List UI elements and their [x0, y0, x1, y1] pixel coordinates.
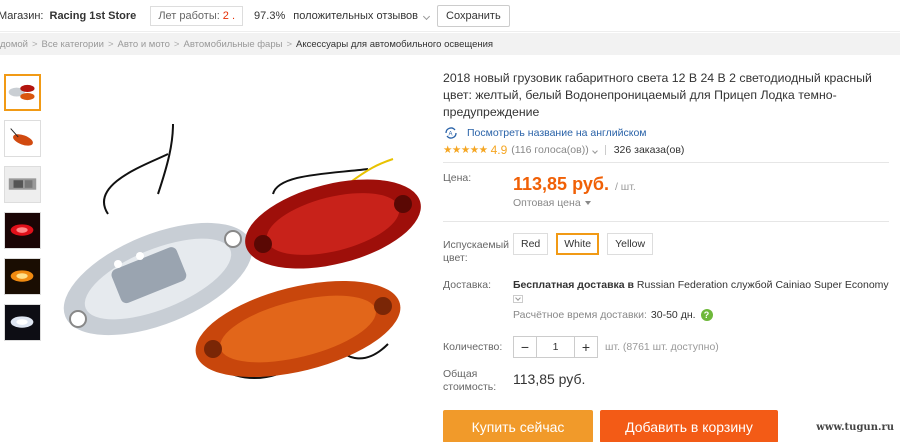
shipping-description: Бесплатная доставка в Russian Federation…: [513, 279, 889, 292]
price-value: 113,85 руб.: [513, 174, 609, 194]
shipping-via: службой: [730, 279, 773, 291]
price-label: Цена:: [443, 172, 472, 184]
positive-feedback-dropdown[interactable]: положительных отзывов: [293, 9, 431, 22]
total-row: Общая стоимость: 113,85 руб.: [443, 368, 900, 394]
quantity-row: Количество: − 1 + шт. (8761 шт. доступно…: [443, 336, 900, 358]
delivery-time-label: Расчётное время доставки:: [513, 309, 647, 321]
svg-text:A: A: [449, 132, 453, 138]
breadcrumb-separator: >: [173, 38, 180, 50]
delivery-time-value: 30-50 дн.: [650, 309, 696, 321]
translate-title-link[interactable]: A Посмотреть название на английском: [443, 126, 900, 140]
rating-row: ★★★★★ 4.9 (116 голоса(ов)) 326 заказа(ов…: [443, 143, 900, 157]
votes-dropdown[interactable]: (116 голоса(ов)): [511, 144, 598, 156]
caret-down-icon: [584, 201, 591, 205]
price-row: Цена: 113,85 руб. / шт. Оптовая цена: [443, 172, 900, 212]
stock-available: шт. (8761 шт. доступно): [605, 341, 719, 353]
price-unit: / шт.: [614, 181, 636, 193]
breadcrumb-home[interactable]: домой: [0, 39, 28, 50]
color-option-white[interactable]: White: [556, 233, 600, 255]
years-value: 2 .: [222, 9, 236, 22]
years-label: Лет работы:: [158, 9, 220, 22]
chevron-down-icon: [422, 12, 431, 20]
color-options: Red White Yellow: [513, 233, 661, 265]
breadcrumb: домой > Все категории > Авто и мото > Ав…: [0, 33, 900, 55]
shipping-country: Russian Federation: [636, 279, 728, 291]
quantity-input[interactable]: 1: [536, 337, 575, 357]
rating-value: 4.9: [490, 143, 508, 157]
breadcrumb-separator: >: [107, 38, 114, 50]
store-label: Магазин:: [0, 9, 44, 22]
main-product-image[interactable]: [48, 74, 426, 414]
store-name-link[interactable]: Racing 1st Store: [50, 10, 137, 22]
translate-icon: A: [445, 127, 457, 139]
color-label: Испускаемый цвет:: [443, 239, 509, 264]
breadcrumb-all-categories[interactable]: Все категории: [42, 39, 104, 50]
delivery-time: Расчётное время доставки: 30-50 дн. ?: [513, 309, 889, 321]
translate-title-label: Посмотреть название на английском: [467, 127, 647, 139]
positive-percent: 97.3%: [254, 9, 286, 22]
thumbnail-lights-measured[interactable]: [4, 166, 41, 203]
votes-count: (116 голоса(ов)): [511, 144, 589, 156]
shipping-label: Доставка:: [443, 279, 492, 291]
thumbnail-white-lit[interactable]: [4, 304, 41, 341]
wholesale-price-label: Оптовая цена: [513, 197, 581, 209]
chevron-down-icon: [591, 148, 598, 154]
buy-now-button[interactable]: Купить сейчас: [443, 410, 593, 442]
orders-count: 326 заказа(ов): [613, 144, 685, 156]
positive-feedback-label: положительных отзывов: [293, 9, 419, 22]
product-title: 2018 новый грузовик габаритного света 12…: [443, 71, 872, 119]
thumbnail-lights-pair[interactable]: [4, 74, 41, 111]
store-bar: Магазин: Racing 1st Store Лет работы: 2 …: [0, 0, 900, 32]
breadcrumb-auto-moto[interactable]: Авто и мото: [118, 39, 170, 50]
shipping-method-dropdown[interactable]: [513, 295, 523, 303]
color-option-red[interactable]: Red: [513, 233, 549, 255]
thumbnail-amber-lit[interactable]: [4, 258, 41, 295]
help-icon[interactable]: ?: [700, 309, 713, 321]
breadcrumb-separator: >: [286, 38, 293, 50]
product-info: 2018 новый грузовик габаритного света 12…: [443, 70, 900, 442]
thumbnail-strip: [4, 74, 44, 350]
breadcrumb-car-lights[interactable]: Автомобильные фары: [183, 39, 282, 50]
thumbnail-orange-light-side[interactable]: [4, 120, 41, 157]
save-store-button[interactable]: Сохранить: [437, 4, 510, 27]
divider: [443, 221, 889, 222]
quantity-increment-button[interactable]: +: [575, 337, 597, 357]
product-photo-lights: [48, 74, 426, 414]
quantity-label: Количество:: [443, 340, 503, 353]
color-option-yellow[interactable]: Yellow: [607, 233, 654, 255]
divider: [443, 162, 889, 163]
store-years-badge: Лет работы: 2 .: [150, 5, 244, 26]
divider: [604, 145, 606, 155]
add-to-cart-button[interactable]: Добавить в корзину: [600, 410, 778, 442]
color-row: Испускаемый цвет: Red White Yellow: [443, 233, 900, 265]
rating-stars-icon: ★★★★★: [443, 144, 488, 156]
free-shipping-label: Бесплатная доставка в: [513, 279, 634, 291]
wholesale-price-dropdown[interactable]: Оптовая цена: [513, 197, 636, 209]
quantity-stepper: − 1 +: [513, 336, 598, 358]
total-label: Общая стоимость:: [443, 368, 497, 393]
total-value: 113,85 руб.: [513, 371, 586, 387]
breadcrumb-separator: >: [31, 38, 38, 50]
shipping-row: Доставка: Бесплатная доставка в Russian …: [443, 279, 900, 321]
quantity-decrement-button[interactable]: −: [514, 337, 536, 357]
breadcrumb-lighting-accessories[interactable]: Аксессуары для автомобильного освещения: [296, 39, 493, 50]
watermark: www.tugun.ru: [816, 422, 894, 433]
thumbnail-red-lit[interactable]: [4, 212, 41, 249]
shipping-carrier: Cainiao Super Economy: [775, 279, 889, 291]
